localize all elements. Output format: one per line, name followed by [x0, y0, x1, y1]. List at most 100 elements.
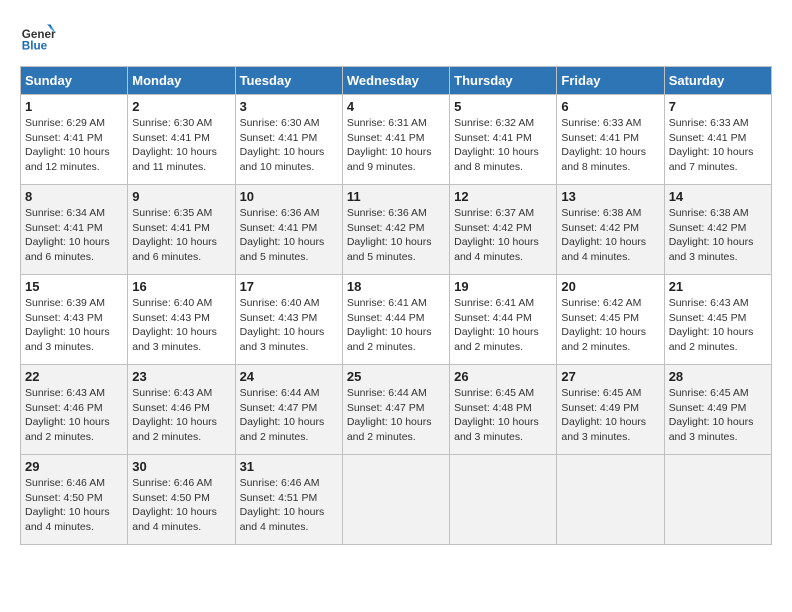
- day-number: 16: [132, 279, 230, 294]
- day-number: 5: [454, 99, 552, 114]
- calendar-cell: 18 Sunrise: 6:41 AM Sunset: 4:44 PM Dayli…: [342, 275, 449, 365]
- day-number: 6: [561, 99, 659, 114]
- day-number: 19: [454, 279, 552, 294]
- calendar-cell: 31 Sunrise: 6:46 AM Sunset: 4:51 PM Dayli…: [235, 455, 342, 545]
- day-number: 9: [132, 189, 230, 204]
- col-header-monday: Monday: [128, 67, 235, 95]
- day-info: Sunrise: 6:43 AM Sunset: 4:46 PM Dayligh…: [132, 386, 230, 445]
- calendar-cell: 3Sunrise: 6:30 AM Sunset: 4:41 PM Daylig…: [235, 95, 342, 185]
- day-number: 22: [25, 369, 123, 384]
- calendar-cell: 6 Sunrise: 6:33 AM Sunset: 4:41 PM Daylig…: [557, 95, 664, 185]
- calendar-cell: 1 Sunrise: 6:29 AM Sunset: 4:41 PM Daylig…: [21, 95, 128, 185]
- day-info: Sunrise: 6:41 AM Sunset: 4:44 PM Dayligh…: [454, 296, 552, 355]
- day-info: Sunrise: 6:34 AM Sunset: 4:41 PM Dayligh…: [25, 206, 123, 265]
- calendar-cell: 4 Sunrise: 6:31 AM Sunset: 4:41 PM Daylig…: [342, 95, 449, 185]
- calendar-cell: 15 Sunrise: 6:39 AM Sunset: 4:43 PM Dayli…: [21, 275, 128, 365]
- day-info: Sunrise: 6:43 AM Sunset: 4:46 PM Dayligh…: [25, 386, 123, 445]
- day-number: 26: [454, 369, 552, 384]
- day-number: 18: [347, 279, 445, 294]
- day-number: 7: [669, 99, 767, 114]
- day-info: Sunrise: 6:38 AM Sunset: 4:42 PM Dayligh…: [561, 206, 659, 265]
- day-number: 8: [25, 189, 123, 204]
- day-info: Sunrise: 6:44 AM Sunset: 4:47 PM Dayligh…: [240, 386, 338, 445]
- svg-text:Blue: Blue: [22, 40, 48, 53]
- calendar-cell: 28 Sunrise: 6:45 AM Sunset: 4:49 PM Dayli…: [664, 365, 771, 455]
- day-info: Sunrise: 6:30 AM Sunset: 4:41 PM Dayligh…: [132, 116, 230, 175]
- day-number: 27: [561, 369, 659, 384]
- day-info: Sunrise: 6:46 AM Sunset: 4:50 PM Dayligh…: [132, 476, 230, 535]
- day-number: 13: [561, 189, 659, 204]
- calendar-cell: 21 Sunrise: 6:43 AM Sunset: 4:45 PM Dayli…: [664, 275, 771, 365]
- calendar-cell: 8 Sunrise: 6:34 AM Sunset: 4:41 PM Daylig…: [21, 185, 128, 275]
- calendar-cell: 9 Sunrise: 6:35 AM Sunset: 4:41 PM Daylig…: [128, 185, 235, 275]
- day-number: 28: [669, 369, 767, 384]
- day-info: Sunrise: 6:31 AM Sunset: 4:41 PM Dayligh…: [347, 116, 445, 175]
- day-info: Sunrise: 6:32 AM Sunset: 4:41 PM Dayligh…: [454, 116, 552, 175]
- day-number: 29: [25, 459, 123, 474]
- day-info: Sunrise: 6:46 AM Sunset: 4:50 PM Dayligh…: [25, 476, 123, 535]
- calendar-cell: 22 Sunrise: 6:43 AM Sunset: 4:46 PM Dayli…: [21, 365, 128, 455]
- calendar-table: SundayMondayTuesdayWednesdayThursdayFrid…: [20, 66, 772, 545]
- day-info: Sunrise: 6:41 AM Sunset: 4:44 PM Dayligh…: [347, 296, 445, 355]
- calendar-cell: [342, 455, 449, 545]
- day-info: Sunrise: 6:44 AM Sunset: 4:47 PM Dayligh…: [347, 386, 445, 445]
- col-header-tuesday: Tuesday: [235, 67, 342, 95]
- day-info: Sunrise: 6:42 AM Sunset: 4:45 PM Dayligh…: [561, 296, 659, 355]
- col-header-sunday: Sunday: [21, 67, 128, 95]
- day-info: Sunrise: 6:45 AM Sunset: 4:49 PM Dayligh…: [561, 386, 659, 445]
- day-number: 1: [25, 99, 123, 114]
- day-number: 12: [454, 189, 552, 204]
- day-number: 10: [240, 189, 338, 204]
- day-number: 31: [240, 459, 338, 474]
- calendar-cell: 17 Sunrise: 6:40 AM Sunset: 4:43 PM Dayli…: [235, 275, 342, 365]
- day-number: 15: [25, 279, 123, 294]
- calendar-cell: 13 Sunrise: 6:38 AM Sunset: 4:42 PM Dayli…: [557, 185, 664, 275]
- calendar-cell: 5 Sunrise: 6:32 AM Sunset: 4:41 PM Daylig…: [450, 95, 557, 185]
- calendar-cell: 14 Sunrise: 6:38 AM Sunset: 4:42 PM Dayli…: [664, 185, 771, 275]
- day-info: Sunrise: 6:29 AM Sunset: 4:41 PM Dayligh…: [25, 116, 123, 175]
- col-header-thursday: Thursday: [450, 67, 557, 95]
- day-number: 11: [347, 189, 445, 204]
- page-header: General Blue: [20, 20, 772, 56]
- day-info: Sunrise: 6:36 AM Sunset: 4:42 PM Dayligh…: [347, 206, 445, 265]
- day-number: 4: [347, 99, 445, 114]
- day-number: 23: [132, 369, 230, 384]
- calendar-cell: 29 Sunrise: 6:46 AM Sunset: 4:50 PM Dayli…: [21, 455, 128, 545]
- calendar-cell: 30 Sunrise: 6:46 AM Sunset: 4:50 PM Dayli…: [128, 455, 235, 545]
- day-info: Sunrise: 6:45 AM Sunset: 4:49 PM Dayligh…: [669, 386, 767, 445]
- day-number: 14: [669, 189, 767, 204]
- day-info: Sunrise: 6:35 AM Sunset: 4:41 PM Dayligh…: [132, 206, 230, 265]
- day-info: Sunrise: 6:43 AM Sunset: 4:45 PM Dayligh…: [669, 296, 767, 355]
- col-header-saturday: Saturday: [664, 67, 771, 95]
- calendar-cell: 27 Sunrise: 6:45 AM Sunset: 4:49 PM Dayli…: [557, 365, 664, 455]
- day-number: 17: [240, 279, 338, 294]
- day-info: Sunrise: 6:39 AM Sunset: 4:43 PM Dayligh…: [25, 296, 123, 355]
- day-info: Sunrise: 6:36 AM Sunset: 4:41 PM Dayligh…: [240, 206, 338, 265]
- day-number: 30: [132, 459, 230, 474]
- col-header-wednesday: Wednesday: [342, 67, 449, 95]
- calendar-cell: 12Sunrise: 6:37 AM Sunset: 4:42 PM Dayli…: [450, 185, 557, 275]
- day-info: Sunrise: 6:33 AM Sunset: 4:41 PM Dayligh…: [669, 116, 767, 175]
- col-header-friday: Friday: [557, 67, 664, 95]
- logo-icon: General Blue: [20, 20, 56, 56]
- calendar-cell: [450, 455, 557, 545]
- day-number: 21: [669, 279, 767, 294]
- day-info: Sunrise: 6:46 AM Sunset: 4:51 PM Dayligh…: [240, 476, 338, 535]
- day-number: 20: [561, 279, 659, 294]
- calendar-cell: 11 Sunrise: 6:36 AM Sunset: 4:42 PM Dayli…: [342, 185, 449, 275]
- calendar-cell: 26 Sunrise: 6:45 AM Sunset: 4:48 PM Dayli…: [450, 365, 557, 455]
- calendar-cell: 25Sunrise: 6:44 AM Sunset: 4:47 PM Dayli…: [342, 365, 449, 455]
- day-info: Sunrise: 6:45 AM Sunset: 4:48 PM Dayligh…: [454, 386, 552, 445]
- calendar-cell: [664, 455, 771, 545]
- calendar-cell: 24 Sunrise: 6:44 AM Sunset: 4:47 PM Dayli…: [235, 365, 342, 455]
- calendar-cell: 20 Sunrise: 6:42 AM Sunset: 4:45 PM Dayli…: [557, 275, 664, 365]
- day-info: Sunrise: 6:30 AM Sunset: 4:41 PM Dayligh…: [240, 116, 338, 175]
- day-info: Sunrise: 6:38 AM Sunset: 4:42 PM Dayligh…: [669, 206, 767, 265]
- day-number: 24: [240, 369, 338, 384]
- calendar-cell: 23 Sunrise: 6:43 AM Sunset: 4:46 PM Dayli…: [128, 365, 235, 455]
- calendar-cell: [557, 455, 664, 545]
- day-info: Sunrise: 6:33 AM Sunset: 4:41 PM Dayligh…: [561, 116, 659, 175]
- day-info: Sunrise: 6:40 AM Sunset: 4:43 PM Dayligh…: [240, 296, 338, 355]
- calendar-cell: 19 Sunrise: 6:41 AM Sunset: 4:44 PM Dayli…: [450, 275, 557, 365]
- logo: General Blue: [20, 20, 60, 56]
